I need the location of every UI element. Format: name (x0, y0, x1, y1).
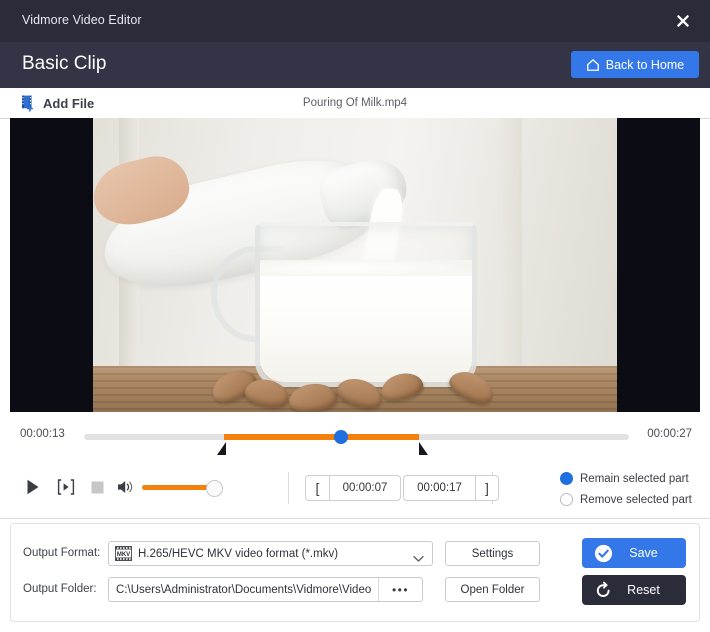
video-preview[interactable] (10, 118, 700, 412)
home-icon (586, 58, 600, 72)
trim-end-field-group: 00:00:17 ] (403, 475, 499, 501)
trim-start-handle[interactable] (217, 442, 226, 455)
volume-slider[interactable] (142, 485, 214, 490)
radio-remove-selected-part[interactable]: Remove selected part (560, 489, 692, 510)
video-frame (93, 118, 617, 412)
trim-start-field-group: [ 00:00:07 (305, 475, 401, 501)
selection-mode-radio-group: Remain selected part Remove selected par… (560, 468, 692, 510)
trim-end-time-input[interactable]: 00:00:17 (403, 475, 475, 501)
timeline-row: 00:00:13 00:00:27 (0, 412, 710, 461)
scene-glass-mug (255, 222, 477, 387)
scene-milk-in-mug (260, 270, 472, 382)
undo-circle-icon (593, 580, 613, 600)
radio-remain-label: Remain selected part (580, 473, 689, 485)
timeline-playhead[interactable] (334, 430, 348, 444)
play-icon (26, 479, 40, 495)
output-folder-input[interactable]: C:\Users\Administrator\Documents\Vidmore… (108, 577, 423, 602)
volume-button[interactable] (116, 478, 136, 496)
frame-step-icon (57, 479, 75, 495)
mkv-film-glyph: MKV (115, 546, 132, 561)
app-title: Vidmore Video Editor (22, 13, 142, 27)
controls-divider-left (288, 472, 289, 504)
radio-marker-selected (560, 472, 573, 485)
timeline-start-time: 00:00:13 (20, 428, 65, 440)
open-folder-button[interactable]: Open Folder (445, 577, 540, 602)
trim-start-bracket-button[interactable]: [ (305, 475, 329, 501)
trim-start-time-input[interactable]: 00:00:07 (329, 475, 401, 501)
check-circle-glyph (594, 544, 613, 563)
volume-slider-knob[interactable] (206, 480, 223, 497)
close-glyph (676, 14, 690, 28)
undo-circle-glyph (594, 581, 613, 600)
scene-wall-edge-right (496, 118, 522, 370)
vidmore-video-editor-window: Vidmore Video Editor Basic Clip Back to … (0, 0, 710, 632)
output-format-value: H.265/HEVC MKV video format (*.mkv) (138, 548, 338, 560)
title-bar: Vidmore Video Editor (0, 0, 710, 42)
reset-label: Reset (613, 583, 686, 597)
output-folder-label: Output Folder: (23, 583, 97, 595)
page-title: Basic Clip (22, 53, 106, 75)
timeline-selection-range[interactable] (224, 434, 419, 440)
radio-remove-label: Remove selected part (580, 494, 692, 506)
settings-button[interactable]: Settings (445, 541, 540, 566)
output-settings-panel: Output Format: MKV (10, 523, 700, 622)
output-folder-value: C:\Users\Administrator\Documents\Vidmore… (116, 584, 371, 596)
back-to-home-button[interactable]: Back to Home (571, 51, 699, 78)
trim-end-bracket-button[interactable]: ] (475, 475, 499, 501)
speaker-icon (117, 479, 135, 495)
play-button[interactable] (24, 478, 42, 496)
output-format-select[interactable]: MKV H.265/HEVC MKV video format (*.mkv) (108, 541, 433, 566)
current-file-name: Pouring Of Milk.mp4 (0, 97, 710, 109)
save-label: Save (613, 546, 686, 560)
radio-remain-selected-part[interactable]: Remain selected part (560, 468, 692, 489)
back-to-home-label: Back to Home (606, 58, 685, 72)
chevron-down-icon[interactable] (413, 550, 424, 568)
stop-button[interactable] (88, 478, 106, 496)
svg-text:MKV: MKV (117, 552, 130, 558)
timeline-track[interactable] (84, 434, 629, 440)
reset-button[interactable]: Reset (582, 575, 686, 605)
frame-step-button[interactable] (56, 478, 76, 496)
radio-marker-unselected (560, 493, 573, 506)
check-circle-icon (593, 543, 613, 563)
trim-end-handle[interactable] (419, 442, 428, 455)
scene-milk-foam (260, 260, 472, 276)
timeline-end-time: 00:00:27 (647, 428, 692, 440)
stop-icon (91, 481, 104, 494)
browse-folder-button[interactable]: ••• (378, 578, 422, 601)
save-button[interactable]: Save (582, 538, 686, 568)
chevron-down-glyph (413, 555, 424, 563)
close-icon[interactable] (670, 8, 696, 34)
mkv-film-icon: MKV (115, 546, 132, 561)
output-format-label: Output Format: (23, 547, 100, 559)
